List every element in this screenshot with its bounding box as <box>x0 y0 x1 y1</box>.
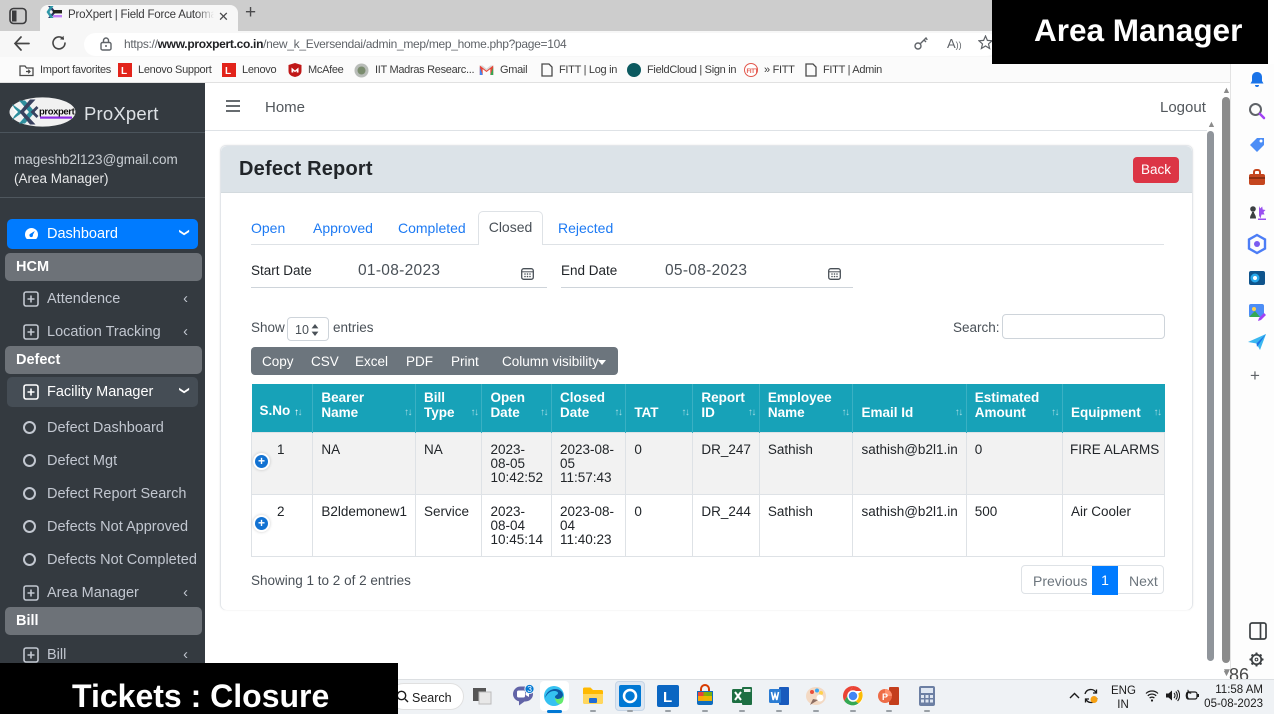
svg-text:FITT: FITT <box>747 69 759 75</box>
svg-text:L: L <box>663 689 672 706</box>
svg-text:proxpert: proxpert <box>39 107 76 118</box>
svg-text:3: 3 <box>527 684 532 694</box>
svg-text:L: L <box>121 66 127 77</box>
svg-text:P: P <box>882 692 888 702</box>
svg-text:L: L <box>225 66 231 77</box>
